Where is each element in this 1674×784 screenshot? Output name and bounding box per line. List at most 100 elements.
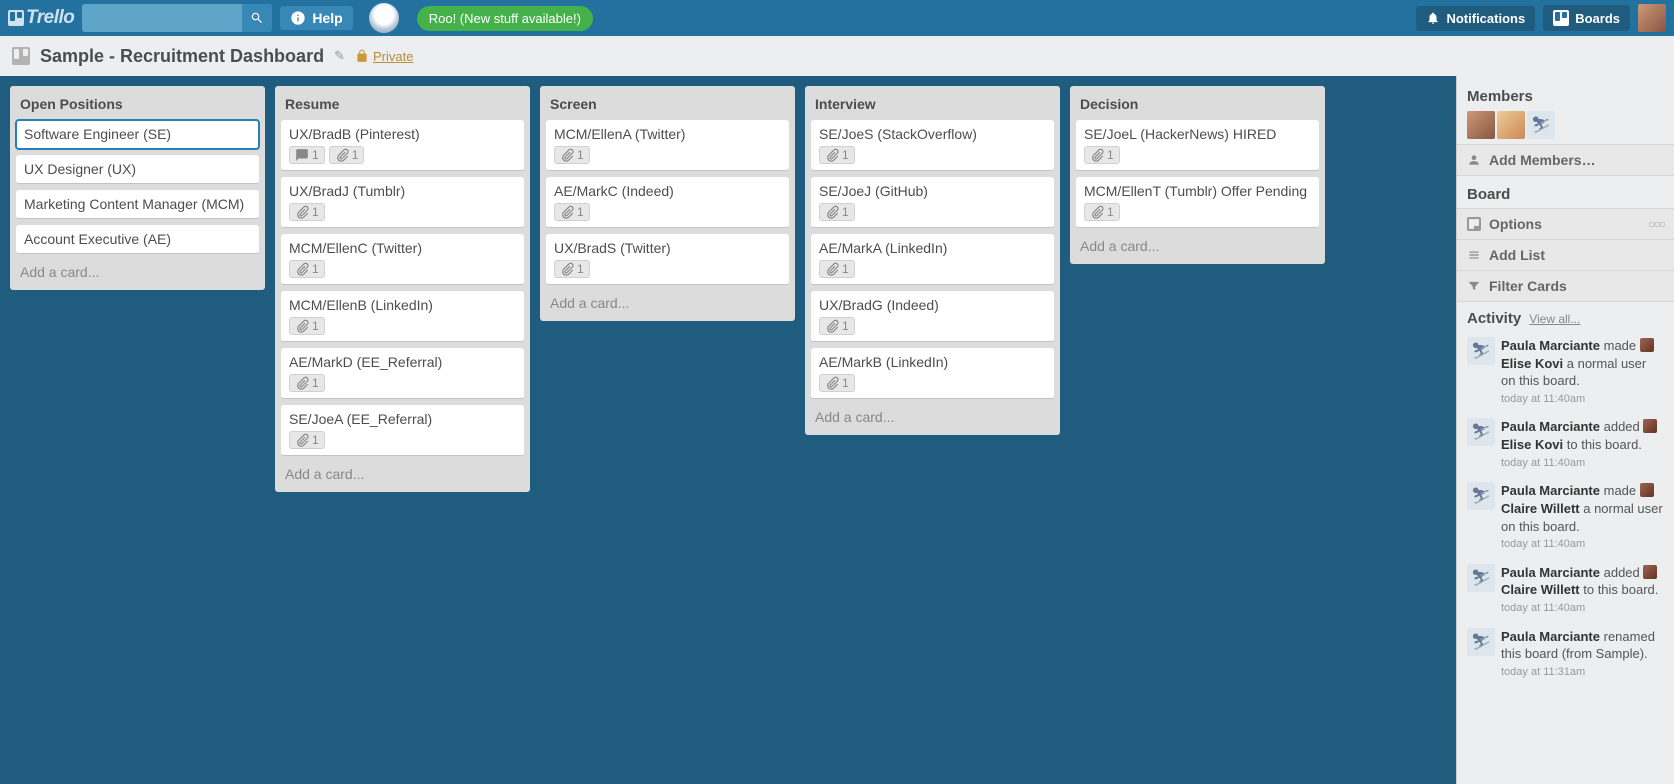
card[interactable]: AE/MarkB (LinkedIn)1 <box>811 348 1054 399</box>
attachment-icon <box>560 205 574 219</box>
activity-time: today at 11:40am <box>1501 601 1664 616</box>
add-card-button[interactable]: Add a card... <box>1076 234 1319 258</box>
card[interactable]: SE/JoeJ (GitHub)1 <box>811 177 1054 228</box>
attachment-badge: 1 <box>289 374 325 392</box>
card[interactable]: Marketing Content Manager (MCM) <box>16 190 259 219</box>
activity-time: today at 11:31am <box>1501 665 1664 680</box>
list-icon <box>1467 248 1481 262</box>
app-logo[interactable]: Trello <box>8 7 74 29</box>
card[interactable]: SE/JoeA (EE_Referral)1 <box>281 405 524 456</box>
board-header: Sample - Recruitment Dashboard ✎ Private <box>0 36 1674 76</box>
board-title[interactable]: Sample - Recruitment Dashboard <box>40 46 324 67</box>
card-title: MCM/EllenB (LinkedIn) <box>289 297 516 313</box>
card[interactable]: UX/BradB (Pinterest)11 <box>281 120 524 171</box>
options-button[interactable]: Options ○○○ <box>1457 208 1674 240</box>
pencil-icon[interactable]: ✎ <box>334 48 345 64</box>
attachment-count: 1 <box>312 319 319 333</box>
card[interactable]: AE/MarkA (LinkedIn)1 <box>811 234 1054 285</box>
card[interactable]: AE/MarkC (Indeed)1 <box>546 177 789 228</box>
attachment-count: 1 <box>352 148 359 162</box>
attachment-badge: 1 <box>554 146 590 164</box>
attachment-count: 1 <box>577 148 584 162</box>
card[interactable]: SE/JoeS (StackOverflow)1 <box>811 120 1054 171</box>
card-title: UX Designer (UX) <box>24 161 251 177</box>
activity-text: Paula Marciante renamed this board (from… <box>1501 628 1664 680</box>
comment-count: 1 <box>312 148 319 162</box>
card[interactable]: MCM/EllenA (Twitter)1 <box>546 120 789 171</box>
filter-icon <box>1467 279 1481 293</box>
list-title[interactable]: Screen <box>546 92 789 114</box>
card-badges: 11 <box>289 146 516 164</box>
attachment-badge: 1 <box>289 317 325 335</box>
activity-header: Activity View all... <box>1457 302 1674 331</box>
card-title: UX/BradB (Pinterest) <box>289 126 516 142</box>
list-title[interactable]: Interview <box>811 92 1054 114</box>
card[interactable]: UX/BradJ (Tumblr)1 <box>281 177 524 228</box>
notifications-button[interactable]: Notifications <box>1416 6 1535 31</box>
add-members-button[interactable]: Add Members… <box>1457 144 1674 176</box>
card[interactable]: Software Engineer (SE) <box>16 120 259 149</box>
announcement-pill[interactable]: Roo! (New stuff available!) <box>417 6 593 31</box>
card-title: UX/BradG (Indeed) <box>819 297 1046 313</box>
add-card-button[interactable]: Add a card... <box>811 405 1054 429</box>
view-all-link[interactable]: View all... <box>1529 312 1580 326</box>
attachment-count: 1 <box>842 319 849 333</box>
comment-icon <box>295 148 309 162</box>
card[interactable]: UX/BradS (Twitter)1 <box>546 234 789 285</box>
card-badges: 1 <box>289 374 516 392</box>
member-avatar[interactable] <box>1467 111 1495 139</box>
card[interactable]: Account Executive (AE) <box>16 225 259 254</box>
attachment-icon <box>1090 148 1104 162</box>
filter-cards-button[interactable]: Filter Cards <box>1457 270 1674 302</box>
search-icon <box>250 11 264 25</box>
attachment-count: 1 <box>842 148 849 162</box>
attachment-badge: 1 <box>819 146 855 164</box>
add-list-button[interactable]: Add List <box>1457 239 1674 271</box>
info-icon <box>290 10 306 26</box>
card-badges: 1 <box>819 260 1046 278</box>
attachment-badge: 1 <box>554 203 590 221</box>
board-canvas: Open Positions Software Engineer (SE) UX D… <box>0 76 1456 784</box>
announcement-text: Roo! (New stuff available!) <box>429 11 581 26</box>
attachment-badge: 1 <box>289 260 325 278</box>
boards-button[interactable]: Boards <box>1543 5 1630 31</box>
list: Screen MCM/EllenA (Twitter)1 AE/MarkC (Ind… <box>540 86 795 321</box>
card[interactable]: SE/JoeL (HackerNews) HIRED1 <box>1076 120 1319 171</box>
activity-time: today at 11:40am <box>1501 537 1664 552</box>
member-avatar[interactable]: ⛷ <box>1527 111 1555 139</box>
add-card-button[interactable]: Add a card... <box>281 462 524 486</box>
card-title: SE/JoeA (EE_Referral) <box>289 411 516 427</box>
attachment-count: 1 <box>842 262 849 276</box>
card[interactable]: MCM/EllenC (Twitter)1 <box>281 234 524 285</box>
attachment-count: 1 <box>1107 148 1114 162</box>
add-card-button[interactable]: Add a card... <box>546 291 789 315</box>
search-button[interactable] <box>242 4 272 32</box>
attachment-badge: 1 <box>289 203 325 221</box>
activity-avatar: ⛷ <box>1467 628 1495 656</box>
current-user-avatar[interactable] <box>1638 4 1666 32</box>
card[interactable]: MCM/EllenT (Tumblr) Offer Pending1 <box>1076 177 1319 228</box>
attachment-badge: 1 <box>554 260 590 278</box>
help-button[interactable]: Help <box>280 6 352 30</box>
boards-icon <box>1553 10 1569 26</box>
list-title[interactable]: Decision <box>1076 92 1319 114</box>
list-title[interactable]: Open Positions <box>16 92 259 114</box>
search-input[interactable] <box>82 4 242 32</box>
member-avatar[interactable] <box>1497 111 1525 139</box>
attachment-badge: 1 <box>1084 146 1120 164</box>
attachment-badge: 1 <box>819 260 855 278</box>
activity-text: Paula Marciante added Elise Kovi to this… <box>1501 418 1664 470</box>
card[interactable]: MCM/EllenB (LinkedIn) 1 <box>281 291 524 342</box>
add-list-label: Add List <box>1489 247 1545 263</box>
card-title: AE/MarkB (LinkedIn) <box>819 354 1046 370</box>
attachment-icon <box>825 148 839 162</box>
attachment-icon <box>825 376 839 390</box>
card[interactable]: UX Designer (UX) <box>16 155 259 184</box>
card[interactable]: UX/BradG (Indeed) 1 <box>811 291 1054 342</box>
list-title[interactable]: Resume <box>281 92 524 114</box>
privacy-badge[interactable]: Private <box>355 49 413 64</box>
bell-icon <box>1426 11 1440 25</box>
activity-item: ⛷Paula Marciante made Elise Kovi a norma… <box>1457 331 1674 412</box>
add-card-button[interactable]: Add a card... <box>16 260 259 284</box>
card[interactable]: AE/MarkD (EE_Referral)1 <box>281 348 524 399</box>
